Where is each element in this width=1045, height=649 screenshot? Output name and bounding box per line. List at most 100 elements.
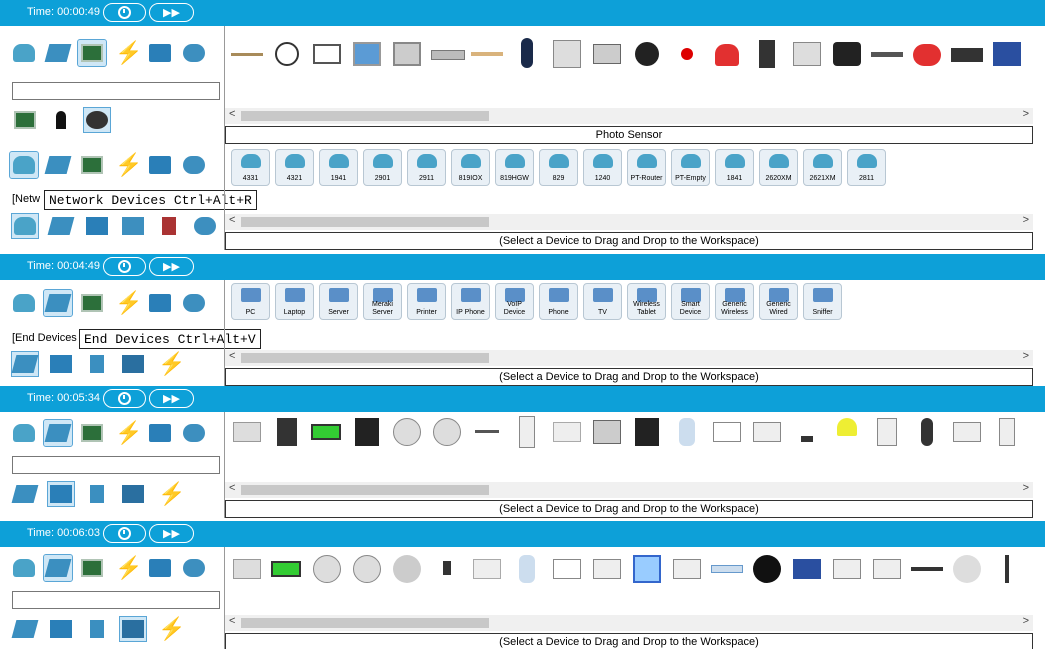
- humidifier-icon[interactable]: [671, 416, 703, 448]
- device-scrollbar[interactable]: < >: [225, 482, 1033, 498]
- siren-icon[interactable]: [951, 553, 983, 585]
- fast-forward-button[interactable]: ▶▶: [149, 524, 194, 543]
- sub-home[interactable]: [48, 617, 74, 641]
- category-connections[interactable]: ⚡: [112, 152, 142, 178]
- sub-power-grid[interactable]: ⚡: [156, 617, 185, 641]
- category-end-devices[interactable]: [43, 419, 73, 447]
- device-tile[interactable]: 1240: [583, 149, 622, 186]
- device-scrollbar[interactable]: < >: [225, 108, 1033, 124]
- panel-icon[interactable]: [871, 553, 903, 585]
- device-tile[interactable]: 819IOX: [451, 149, 490, 186]
- radiator-icon[interactable]: [471, 553, 503, 585]
- sub-hubs[interactable]: [84, 214, 110, 238]
- window-icon[interactable]: [871, 416, 903, 448]
- battery-icon[interactable]: [271, 553, 303, 585]
- fast-forward-button[interactable]: ▶▶: [149, 389, 194, 408]
- sub-end-devices[interactable]: [11, 482, 39, 506]
- sub-end-devices[interactable]: [11, 351, 39, 377]
- siren-icon[interactable]: [391, 553, 423, 585]
- panel-icon[interactable]: [951, 416, 983, 448]
- category-misc[interactable]: [146, 152, 174, 178]
- sprinkler-icon[interactable]: [791, 416, 823, 448]
- sub-boards[interactable]: [12, 108, 38, 132]
- device-tile[interactable]: Sniffer: [803, 283, 842, 320]
- realtime-button[interactable]: [103, 3, 146, 22]
- battery-icon[interactable]: [311, 416, 343, 448]
- display-icon[interactable]: [711, 416, 743, 448]
- realtime-button[interactable]: [103, 389, 146, 408]
- thermostat-icon[interactable]: [751, 416, 783, 448]
- display-icon[interactable]: [551, 553, 583, 585]
- sub-end-devices[interactable]: [11, 617, 39, 641]
- sub-home[interactable]: [48, 352, 74, 376]
- detector-icon[interactable]: [311, 553, 343, 585]
- scroll-right-icon[interactable]: >: [1023, 108, 1029, 120]
- category-multiuser[interactable]: [180, 420, 208, 446]
- sub-industrial[interactable]: [120, 482, 146, 506]
- category-connections[interactable]: ⚡: [112, 420, 142, 446]
- door-icon[interactable]: [511, 416, 543, 448]
- sprinkler-icon[interactable]: [431, 553, 463, 585]
- device-tile[interactable]: VoIP Device: [495, 283, 534, 320]
- humidifier-icon[interactable]: [511, 553, 543, 585]
- device-tile[interactable]: Meraki Server: [363, 283, 402, 320]
- red-button-icon[interactable]: [911, 38, 943, 70]
- category-components[interactable]: [78, 420, 106, 446]
- scroll-left-icon[interactable]: <: [229, 482, 235, 494]
- detector-icon[interactable]: [351, 553, 383, 585]
- strip-icon[interactable]: [991, 38, 1023, 70]
- detector-icon[interactable]: [431, 416, 463, 448]
- led-icon[interactable]: [671, 38, 703, 70]
- device-tile[interactable]: Printer: [407, 283, 446, 320]
- realtime-button[interactable]: [103, 257, 146, 276]
- sub-routers[interactable]: [11, 213, 39, 239]
- sub-actuators[interactable]: [48, 108, 74, 132]
- scroll-right-icon[interactable]: >: [1023, 482, 1029, 494]
- device-scrollbar[interactable]: < >: [225, 615, 1033, 631]
- fast-forward-button[interactable]: ▶▶: [149, 3, 194, 22]
- device-tile[interactable]: 2811: [847, 149, 886, 186]
- scroll-thumb[interactable]: [241, 485, 489, 495]
- speaker-icon[interactable]: [791, 38, 823, 70]
- category-end-devices[interactable]: [43, 554, 73, 582]
- speaker-icon[interactable]: [631, 416, 663, 448]
- sub-smart-city[interactable]: [84, 617, 110, 641]
- card-reader-icon[interactable]: [671, 553, 703, 585]
- scroll-thumb[interactable]: [241, 217, 489, 227]
- garage-icon[interactable]: [591, 416, 623, 448]
- device-tile[interactable]: 4321: [275, 149, 314, 186]
- category-multiuser[interactable]: [180, 290, 208, 316]
- category-misc[interactable]: [146, 40, 174, 66]
- scroll-thumb[interactable]: [241, 353, 489, 363]
- ultrasonic-icon[interactable]: [951, 38, 983, 70]
- category-multiuser[interactable]: [180, 40, 208, 66]
- category-misc[interactable]: [146, 420, 174, 446]
- sensor-icon[interactable]: [511, 38, 543, 70]
- connector-icon[interactable]: [871, 38, 903, 70]
- meter-icon[interactable]: [591, 38, 623, 70]
- category-components[interactable]: [78, 290, 106, 316]
- category-connections[interactable]: ⚡: [112, 40, 142, 66]
- cable-icon[interactable]: [911, 553, 943, 585]
- device-tile[interactable]: PT-Empty: [671, 149, 710, 186]
- device-tile[interactable]: TV: [583, 283, 622, 320]
- buzzer-icon[interactable]: [831, 38, 863, 70]
- device-tile[interactable]: Wireless Tablet: [627, 283, 666, 320]
- category-network-devices[interactable]: [10, 290, 38, 316]
- search-input[interactable]: [12, 591, 220, 609]
- chip-icon[interactable]: [351, 38, 383, 70]
- scroll-right-icon[interactable]: >: [1023, 350, 1029, 362]
- scroll-left-icon[interactable]: <: [229, 350, 235, 362]
- scroll-right-icon[interactable]: >: [1023, 214, 1029, 226]
- sub-wan[interactable]: [192, 214, 218, 238]
- sub-switches[interactable]: [47, 214, 75, 238]
- lamp-icon[interactable]: [831, 416, 863, 448]
- search-input[interactable]: [12, 456, 220, 474]
- monitor-icon[interactable]: [831, 553, 863, 585]
- gears-icon[interactable]: [311, 38, 343, 70]
- device-tile[interactable]: 2901: [363, 149, 402, 186]
- fan-icon[interactable]: [751, 553, 783, 585]
- category-connections[interactable]: ⚡: [112, 555, 142, 581]
- device-scrollbar[interactable]: < >: [225, 214, 1033, 230]
- radiator-icon[interactable]: [551, 416, 583, 448]
